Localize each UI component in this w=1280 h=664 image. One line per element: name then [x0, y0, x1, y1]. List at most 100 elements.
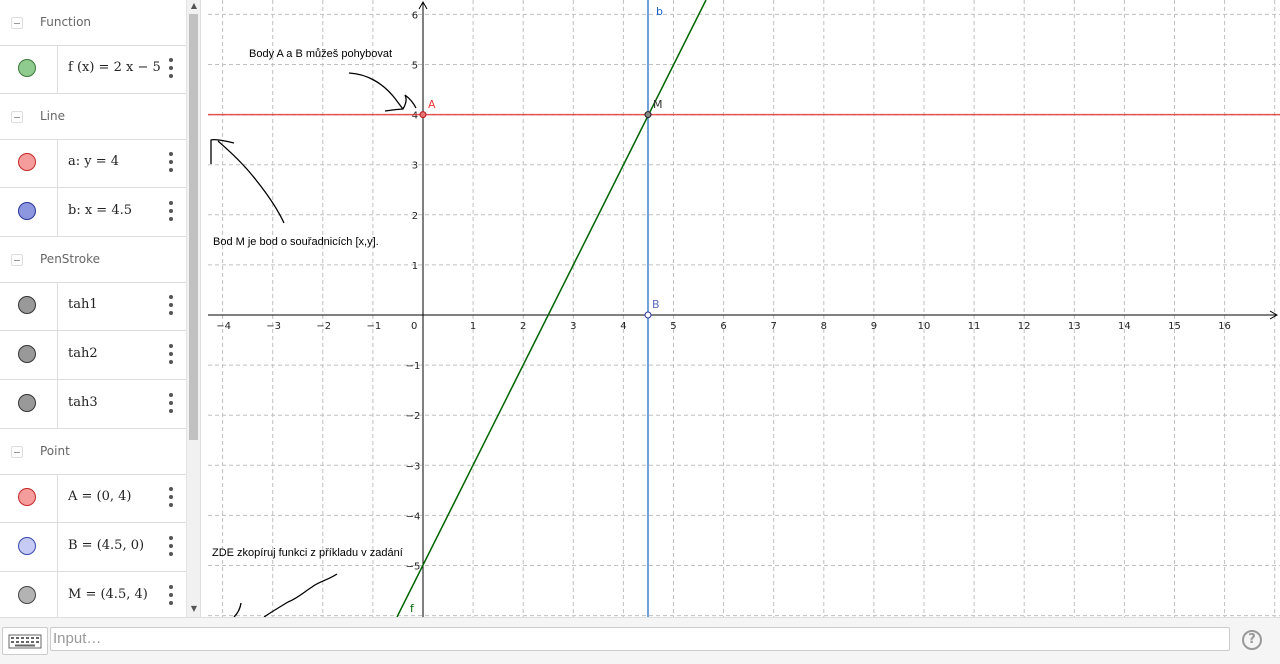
x-tick-label: 6 [720, 321, 726, 332]
point-B[interactable] [644, 311, 652, 319]
algebra-item-f[interactable]: f (x) = 2 x − 5 [0, 45, 186, 94]
visibility-toggle-cell[interactable] [0, 572, 58, 617]
group-title: PenStroke [40, 252, 101, 266]
item-label: tah2 [68, 346, 98, 361]
algebra-item-M[interactable]: M = (4.5, 4) [0, 572, 186, 617]
visibility-dot-icon[interactable] [18, 537, 36, 555]
scroll-down-icon[interactable]: ▼ [187, 603, 201, 615]
axes [208, 0, 1279, 617]
algebra-scrollbar[interactable]: ▲ ▼ [186, 0, 201, 617]
visibility-toggle-cell[interactable] [0, 188, 58, 236]
algebra-item-b[interactable]: b: x = 4.5 [0, 188, 186, 237]
more-menu-icon[interactable] [165, 486, 177, 508]
collapse-icon[interactable] [11, 254, 23, 266]
x-tick-label: 13 [1068, 321, 1081, 332]
x-tick-label: 11 [968, 321, 981, 332]
point-M-label: M [653, 98, 663, 111]
more-menu-icon[interactable] [165, 584, 177, 606]
x-tick-labels: −4 −3 −2 −1 0 1 2 3 4 5 6 7 8 9 10 11 12 13 14 15 16 [216, 321, 1231, 332]
group-title: Point [40, 444, 70, 458]
collapse-icon[interactable] [11, 111, 23, 123]
item-label: M = (4.5, 4) [68, 587, 148, 602]
y-tick-label: 3 [412, 161, 418, 172]
x-tick-label: −4 [216, 321, 231, 332]
function-f[interactable] [396, 0, 707, 617]
group-header-function[interactable]: Function [0, 0, 186, 46]
visibility-toggle-cell[interactable] [0, 45, 58, 93]
grid [208, 0, 1280, 617]
x-tick-label: 7 [771, 321, 777, 332]
algebra-item-tah1[interactable]: tah1 [0, 282, 186, 331]
visibility-dot-icon[interactable] [18, 586, 36, 604]
more-menu-icon[interactable] [165, 57, 177, 79]
x-tick-label: 16 [1218, 321, 1231, 332]
visibility-dot-icon[interactable] [18, 296, 36, 314]
input-field[interactable]: Input… [50, 627, 1230, 651]
visibility-toggle-cell[interactable] [0, 139, 58, 187]
more-menu-icon[interactable] [165, 343, 177, 365]
more-menu-icon[interactable] [165, 151, 177, 173]
item-label: tah1 [68, 297, 98, 312]
visibility-toggle-cell[interactable] [0, 474, 58, 522]
x-tick-label: 12 [1018, 321, 1031, 332]
help-button[interactable]: ? [1242, 630, 1262, 650]
y-tick-label: 1 [412, 261, 418, 272]
algebra-item-a[interactable]: a: y = 4 [0, 139, 186, 188]
x-tick-label: 14 [1118, 321, 1131, 332]
x-tick-label: 10 [918, 321, 931, 332]
x-tick-label: −3 [266, 321, 281, 332]
graphics-canvas[interactable]: −4 −3 −2 −1 0 1 2 3 4 5 6 7 8 9 10 11 12 13 14 15 16 654321−… [208, 0, 1280, 617]
point-M[interactable] [644, 111, 652, 119]
visibility-toggle-cell[interactable] [0, 331, 58, 379]
x-tick-label: 0 [411, 321, 417, 332]
point-B-label: B [652, 298, 660, 311]
point-A[interactable] [419, 111, 427, 119]
y-tick-label: −4 [406, 511, 421, 522]
pen-stroke-tah3[interactable] [233, 573, 338, 617]
visibility-toggle-cell[interactable] [0, 380, 58, 428]
pen-stroke-tah1[interactable] [348, 72, 417, 112]
item-label: a: y = 4 [68, 154, 120, 169]
graphics-view[interactable]: −4 −3 −2 −1 0 1 2 3 4 5 6 7 8 9 10 11 12 13 14 15 16 6 5 4 3 2 1−… [208, 0, 1280, 617]
more-menu-icon[interactable] [165, 200, 177, 222]
more-menu-icon[interactable] [165, 535, 177, 557]
algebra-item-A[interactable]: A = (0, 4) [0, 474, 186, 523]
group-header-line[interactable]: Line [0, 94, 186, 140]
x-tick-label: −2 [316, 321, 331, 332]
more-menu-icon[interactable] [165, 392, 177, 414]
x-tick-label: 2 [520, 321, 526, 332]
visibility-dot-icon[interactable] [18, 394, 36, 412]
visibility-toggle-cell[interactable] [0, 523, 58, 571]
text-note-copy-function[interactable]: ZDE zkopíruj funkci z příkladu v zadání [212, 547, 403, 559]
visibility-dot-icon[interactable] [18, 345, 36, 363]
item-label: tah3 [68, 395, 98, 410]
text-note-move-points[interactable]: Body A a B můžeš pohybovat [249, 48, 392, 60]
keyboard-button[interactable] [2, 627, 48, 655]
y-tick-label: −3 [406, 461, 421, 472]
collapse-icon[interactable] [11, 17, 23, 29]
x-tick-label: 5 [670, 321, 676, 332]
y-tick-labels: 6 5 4 3 2 1 −1 −2 −3 −4 −5 [406, 10, 421, 572]
group-title: Function [40, 15, 92, 29]
visibility-dot-icon[interactable] [18, 153, 36, 171]
visibility-dot-icon[interactable] [18, 202, 36, 220]
algebra-item-B[interactable]: B = (4.5, 0) [0, 523, 186, 572]
keyboard-icon [8, 634, 42, 649]
scroll-up-icon[interactable]: ▲ [187, 0, 201, 12]
collapse-icon[interactable] [11, 446, 23, 458]
group-header-point[interactable]: Point [0, 429, 186, 475]
item-label: A = (0, 4) [68, 489, 132, 504]
visibility-dot-icon[interactable] [18, 59, 36, 77]
algebra-item-tah3[interactable]: tah3 [0, 380, 186, 429]
algebra-item-tah2[interactable]: tah2 [0, 331, 186, 380]
visibility-toggle-cell[interactable] [0, 282, 58, 330]
point-A-label: A [428, 98, 436, 111]
text-note-point-m[interactable]: Bod M je bod o souřadnicích [x,y]. [213, 236, 379, 248]
x-tick-label: 8 [821, 321, 827, 332]
visibility-dot-icon[interactable] [18, 488, 36, 506]
x-tick-label: 4 [620, 321, 626, 332]
scrollbar-thumb[interactable] [189, 14, 198, 440]
group-header-penstroke[interactable]: PenStroke [0, 237, 186, 283]
y-tick-label: 6 [412, 10, 418, 21]
more-menu-icon[interactable] [165, 294, 177, 316]
